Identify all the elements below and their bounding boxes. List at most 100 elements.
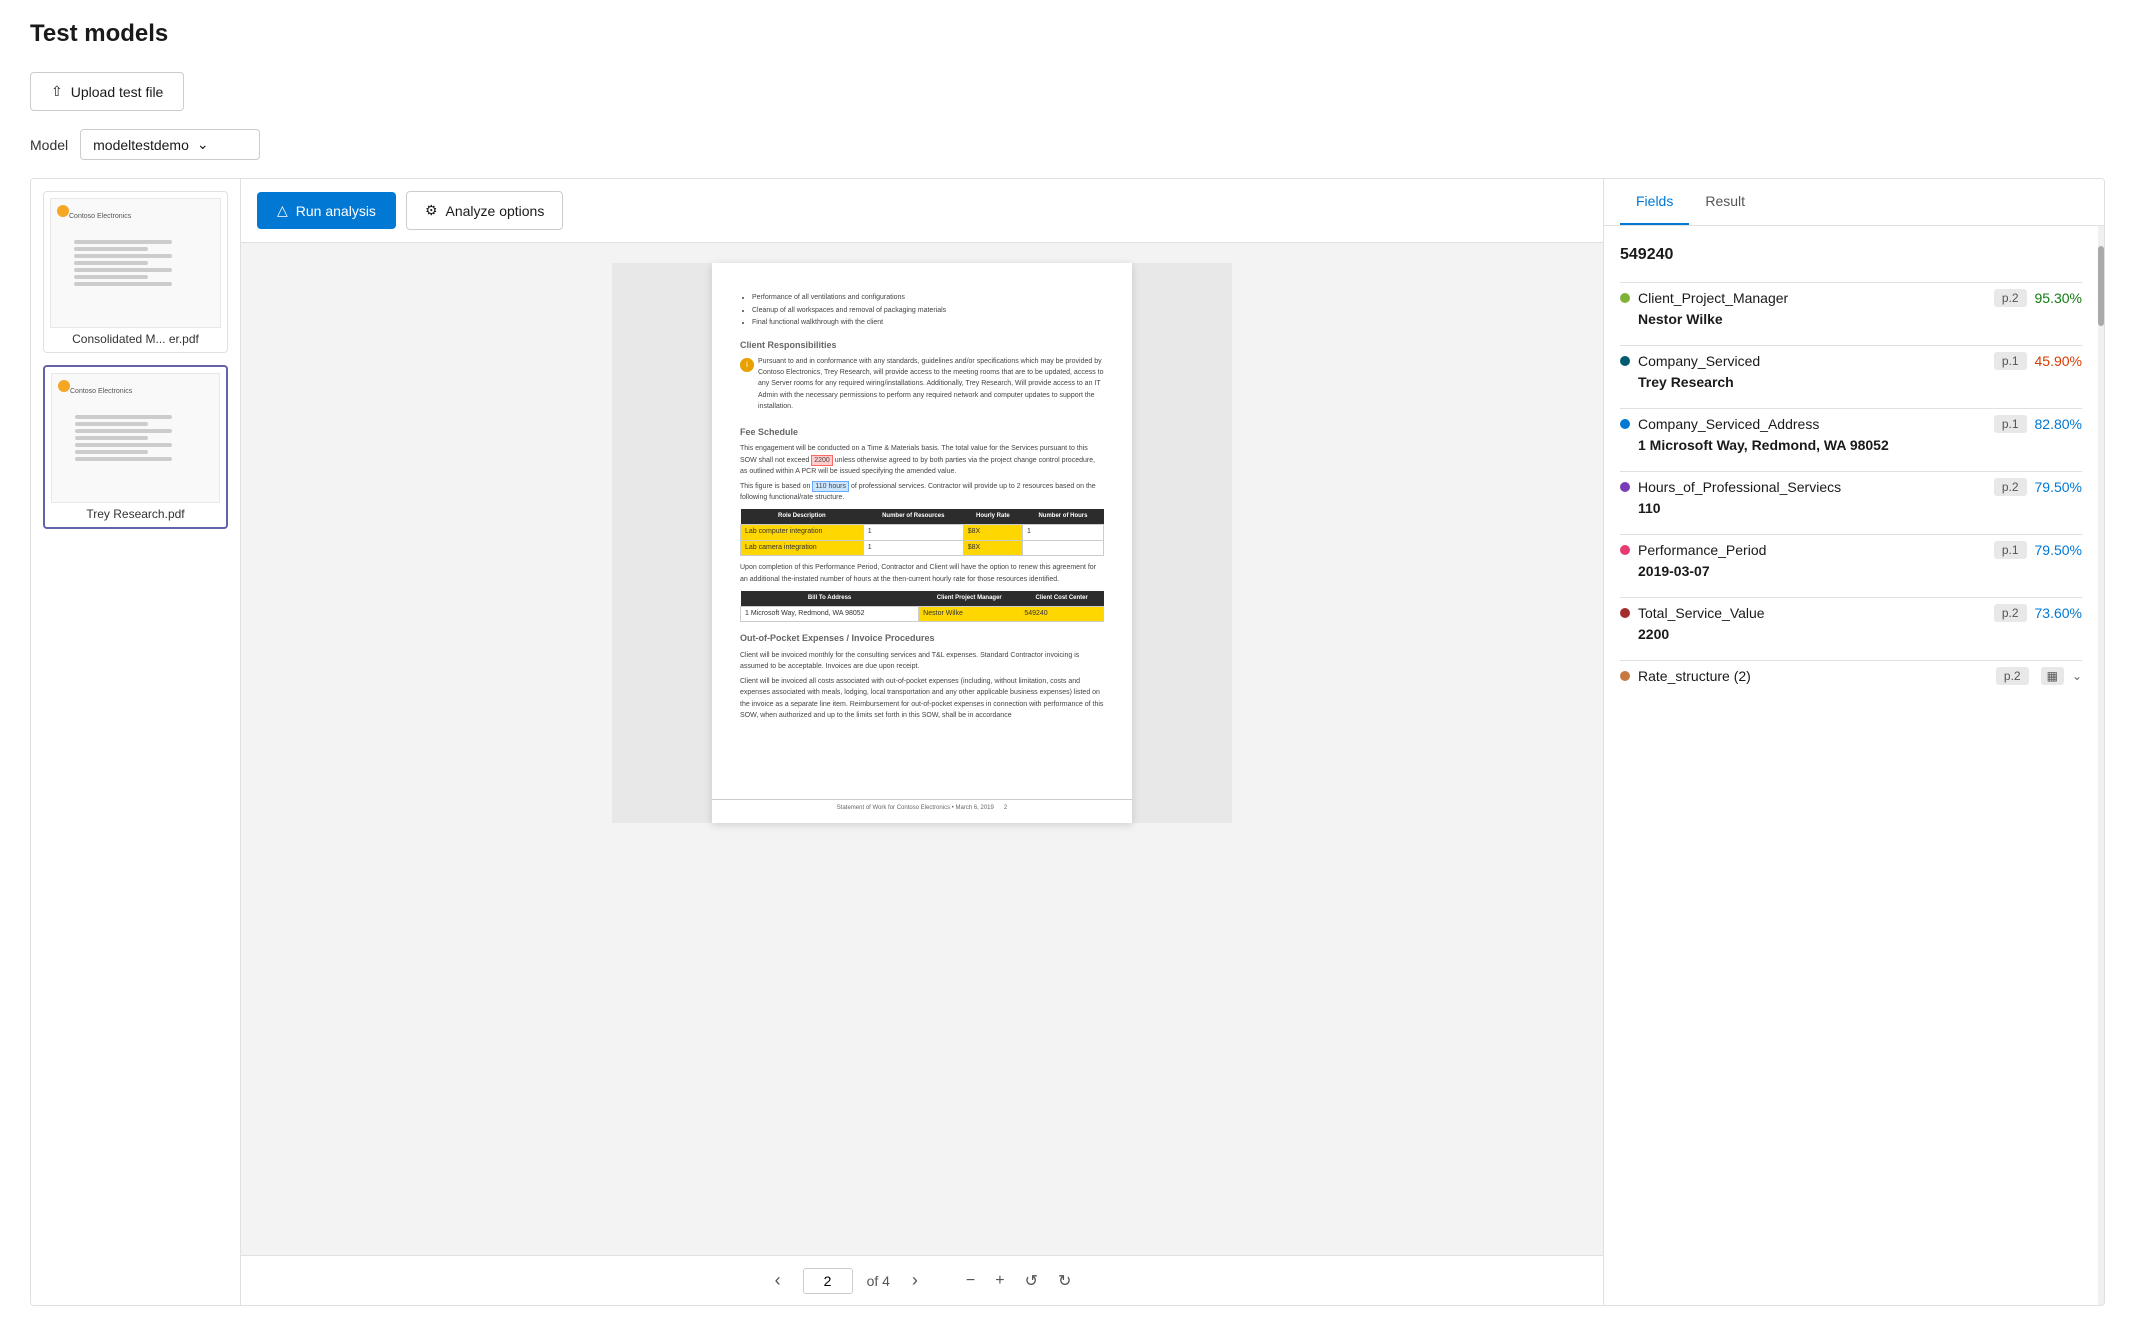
thumb-line — [74, 268, 172, 272]
field-pct-3: 82.80% — [2035, 416, 2082, 432]
tab-result[interactable]: Result — [1689, 179, 1761, 225]
thumb-line — [74, 247, 147, 251]
doc-page-nav: ‹ of 4 › − + ↺ ↻ — [241, 1255, 1603, 1305]
field-name-2: Company_Serviced — [1638, 353, 1986, 369]
highlight-value: 2200 — [811, 455, 833, 466]
doc-toolbar: △ Run analysis ⚙ Analyze options — [241, 179, 1603, 243]
table-icon: ▦ — [2041, 667, 2064, 685]
field-header-6: Total_Service_Value p.2 73.60% — [1620, 604, 2082, 622]
field-dot-4 — [1620, 482, 1630, 492]
file-panel: Contoso Electronics Consolidated M... er… — [31, 179, 241, 1305]
doc-footer: Statement of Work for Contoso Electronic… — [712, 799, 1132, 813]
fee-text-1: This engagement will be conducted on a T… — [740, 443, 1104, 477]
field-value-6: 2200 — [1620, 626, 2082, 642]
field-item-7: Rate_structure (2) p.2 ▦ ⌄ — [1620, 667, 2082, 685]
field-name-6: Total_Service_Value — [1638, 605, 1986, 621]
field-page-4: p.2 — [1994, 478, 2027, 496]
upload-label: Upload test file — [71, 84, 164, 100]
model-row: Model modeltestdemo ⌄ — [30, 129, 2105, 160]
thumb-line — [74, 261, 147, 265]
field-name-5: Performance_Period — [1638, 542, 1986, 558]
thumb-line — [74, 254, 172, 258]
zoom-in-button[interactable]: + — [989, 1267, 1010, 1295]
file-name-1: Consolidated M... er.pdf — [50, 332, 221, 346]
field-value-4: 110 — [1620, 500, 2082, 516]
tab-fields[interactable]: Fields — [1620, 179, 1689, 225]
field-dot-2 — [1620, 356, 1630, 366]
chevron-down-icon: ⌄ — [197, 136, 209, 153]
fields-list: 549240 Client_Project_Manager p.2 95.30%… — [1604, 226, 2098, 1305]
thumb-line — [74, 282, 172, 286]
file-thumbnail-1: Contoso Electronics — [50, 198, 221, 328]
field-dot-3 — [1620, 419, 1630, 429]
collapse-icon[interactable]: ⌄ — [2072, 669, 2082, 683]
analyze-label: Analyze options — [446, 203, 545, 219]
field-item-3: Company_Serviced_Address p.1 82.80% 1 Mi… — [1620, 415, 2082, 453]
oop-title: Out-of-Pocket Expenses / Invoice Procedu… — [740, 632, 1104, 646]
field-page-1: p.2 — [1994, 289, 2027, 307]
field-name-1: Client_Project_Manager — [1638, 290, 1986, 306]
field-page-3: p.1 — [1994, 415, 2027, 433]
upload-button[interactable]: ⇧ Upload test file — [30, 72, 184, 111]
field-dot-7 — [1620, 671, 1630, 681]
model-label: Model — [30, 137, 68, 153]
field-header-1: Client_Project_Manager p.2 95.30% — [1620, 289, 2082, 307]
field-value-5: 2019-03-07 — [1620, 563, 2082, 579]
toolbar: ⇧ Upload test file — [30, 72, 2105, 111]
divider — [1620, 408, 2082, 409]
doc-page: Performance of all ventilations and conf… — [712, 263, 1132, 823]
field-page-7: p.2 — [1996, 667, 2029, 685]
fee-schedule-title: Fee Schedule — [740, 426, 1104, 440]
billing-table: Bill To Address Client Project Manager C… — [740, 591, 1104, 623]
field-item-4: Hours_of_Professional_Serviecs p.2 79.50… — [1620, 478, 2082, 516]
file-name-2: Trey Research.pdf — [51, 507, 220, 521]
file-thumbnail-2: Contoso Electronics — [51, 373, 220, 503]
divider — [1620, 597, 2082, 598]
field-value-3: 1 Microsoft Way, Redmond, WA 98052 — [1620, 437, 2082, 453]
field-dot-1 — [1620, 293, 1630, 303]
rotate-left-button[interactable]: ↺ — [1019, 1267, 1044, 1295]
field-item-5: Performance_Period p.1 79.50% 2019-03-07 — [1620, 541, 2082, 579]
file-card-1[interactable]: Contoso Electronics Consolidated M... er… — [43, 191, 228, 353]
run-analysis-button[interactable]: △ Run analysis — [257, 192, 396, 229]
field-pct-1: 95.30% — [2035, 290, 2082, 306]
file-card-2[interactable]: Contoso Electronics Trey Research.pdf — [43, 365, 228, 529]
divider — [1620, 660, 2082, 661]
client-resp-title: Client Responsibilities — [740, 339, 1104, 353]
oop-text-1: Client will be invoiced monthly for the … — [740, 650, 1104, 672]
highlight-hours: 110 hours — [812, 481, 849, 492]
field-page-2: p.1 — [1994, 352, 2027, 370]
doc-content: Performance of all ventilations and conf… — [241, 243, 1603, 1255]
zoom-out-button[interactable]: − — [960, 1267, 981, 1295]
scroll-track[interactable] — [2098, 226, 2104, 1305]
thumb-line — [74, 275, 147, 279]
field-header-2: Company_Serviced p.1 45.90% — [1620, 352, 2082, 370]
thumb-line — [74, 240, 172, 244]
field-pct-2: 45.90% — [2035, 353, 2082, 369]
scroll-thumb[interactable] — [2098, 246, 2104, 326]
field-header-5: Performance_Period p.1 79.50% — [1620, 541, 2082, 559]
rotate-right-button[interactable]: ↻ — [1052, 1267, 1077, 1295]
field-header-7: Rate_structure (2) p.2 ▦ ⌄ — [1620, 667, 2082, 685]
thumb-line — [75, 422, 147, 426]
next-page-button[interactable]: › — [904, 1266, 926, 1295]
fields-scroll-wrapper: 549240 Client_Project_Manager p.2 95.30%… — [1604, 226, 2104, 1305]
prev-page-button[interactable]: ‹ — [767, 1266, 789, 1295]
thumb-line — [75, 443, 172, 447]
field-item-6: Total_Service_Value p.2 73.60% 2200 — [1620, 604, 2082, 642]
thumb-line — [75, 415, 172, 419]
client-resp-text: Pursuant to and in conformance with any … — [758, 356, 1104, 412]
field-header-3: Company_Serviced_Address p.1 82.80% — [1620, 415, 2082, 433]
main-content: Contoso Electronics Consolidated M... er… — [30, 178, 2105, 1306]
field-dot-6 — [1620, 608, 1630, 618]
divider — [1620, 345, 2082, 346]
analyze-options-button[interactable]: ⚙ Analyze options — [406, 191, 563, 230]
file-status-dot-1 — [57, 205, 69, 217]
field-item-1: Client_Project_Manager p.2 95.30% Nestor… — [1620, 289, 2082, 327]
field-pct-6: 73.60% — [2035, 605, 2082, 621]
field-value-1: Nestor Wilke — [1620, 311, 2082, 327]
page-number-input[interactable] — [803, 1268, 853, 1294]
thumb-line — [75, 436, 147, 440]
model-select[interactable]: modeltestdemo ⌄ — [80, 129, 260, 160]
field-name-7: Rate_structure (2) — [1638, 668, 1988, 684]
